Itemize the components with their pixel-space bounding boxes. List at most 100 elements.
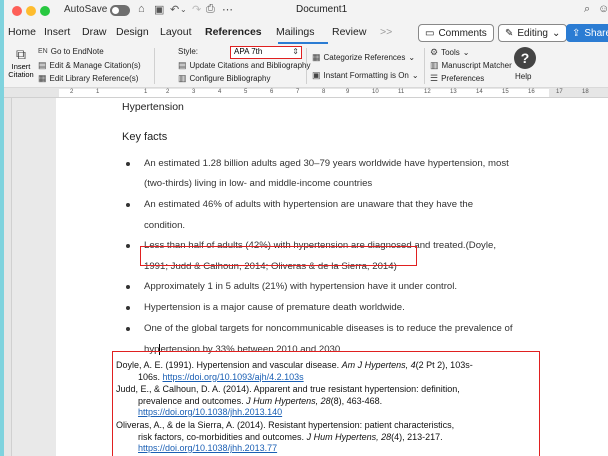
ref-text: risk factors, co-morbidities and outcome… (138, 431, 307, 442)
doi-link[interactable]: https://doi.org/10.1038/jhh.2013.140 (138, 407, 282, 417)
edit-manage-label: Edit & Manage Citation(s) (49, 61, 141, 70)
preferences-button[interactable]: ☰ Preferences (430, 73, 484, 84)
edit-library-button[interactable]: ▦ Edit Library Reference(s) (38, 73, 138, 84)
ref-line: Doyle, A. E. (1991). Hypertension and va… (116, 360, 473, 372)
ruler-number: 16 (528, 89, 535, 95)
reference-doyle: Doyle, A. E. (1991). Hypertension and va… (116, 360, 473, 383)
bullet-line: condition. (144, 220, 186, 231)
comments-label: Comments (438, 27, 487, 39)
ref-journal: J Hum Hypertens (306, 431, 377, 442)
bullet-dot (126, 327, 130, 331)
citation-highlight-box (140, 246, 417, 266)
tab-home[interactable]: Home (8, 26, 36, 38)
endnote-icon: EN (38, 48, 48, 55)
search-icon[interactable]: ⌕ (584, 3, 590, 16)
doi-link[interactable]: https://doi.org/10.1038/jhh.2013.77 (138, 443, 277, 453)
document-title: Document1 (296, 4, 348, 15)
redo-icon[interactable]: ↷ (192, 3, 201, 16)
print-icon[interactable]: ⎙ (206, 3, 215, 16)
ruler-number: 4 (218, 89, 222, 95)
help-label[interactable]: Help (515, 72, 531, 81)
vertical-ruler[interactable] (4, 98, 12, 456)
tab-insert[interactable]: Insert (44, 26, 70, 38)
more-icon[interactable]: ⋯ (222, 3, 233, 16)
tools-button[interactable]: ⚙ Tools ⌄ (430, 47, 469, 58)
comment-icon: ▭ (425, 27, 435, 39)
chevron-down-icon: ⌄ (462, 48, 470, 57)
ref-line: https://doi.org/10.1038/jhh.2013.77 (116, 443, 454, 455)
ruler-number: 7 (296, 89, 300, 95)
ruler-number: 2 (166, 89, 170, 95)
categorize-references-button[interactable]: ▦ Categorize References ⌄ (312, 52, 415, 63)
preferences-icon: ☰ (430, 73, 439, 83)
reference-judd: Judd, E., & Calhoun, D. A. (2014). Appar… (116, 384, 460, 419)
go-to-endnote-label: Go to EndNote (50, 47, 104, 56)
go-to-endnote-button[interactable]: EN Go to EndNote (38, 47, 104, 56)
home-icon[interactable]: ⌂ (138, 3, 145, 15)
tab-draw[interactable]: Draw (82, 26, 107, 38)
autosave-label: AutoSave (64, 4, 108, 15)
categorize-label: Categorize References (323, 53, 406, 62)
doi-link[interactable]: https://doi.org/10.1093/ajh/4.2.103s (163, 372, 304, 382)
ref-line: Judd, E., & Calhoun, D. A. (2014). Appar… (116, 384, 460, 394)
autosave-toggle[interactable] (110, 5, 130, 16)
minimize-window-button[interactable] (26, 6, 36, 16)
editing-button[interactable]: ✎ Editing ⌄ (498, 24, 568, 42)
style-label: Style: (178, 47, 199, 56)
save-icon[interactable]: ▣ (154, 3, 164, 16)
tab-design[interactable]: Design (116, 26, 149, 38)
document-page[interactable]: Hypertension Key facts An estimated 1.28… (56, 98, 608, 456)
ruler-number: 15 (502, 89, 509, 95)
edit-manage-citations-button[interactable]: ▤ Edit & Manage Citation(s) (38, 60, 141, 71)
instant-formatting-icon: ▣ (312, 70, 321, 80)
ruler-number: 11 (398, 89, 405, 95)
tools-icon: ⚙ (430, 47, 439, 57)
zoom-window-button[interactable] (40, 6, 50, 16)
categorize-icon: ▦ (312, 52, 321, 62)
ruler-number: 10 (372, 89, 379, 95)
bullet-line: Approximately 1 in 5 adults (21%) with h… (144, 281, 458, 292)
close-window-button[interactable] (12, 6, 22, 16)
ref-journal: Am J Hypertens (341, 360, 406, 370)
ruler-number: 13 (450, 89, 457, 95)
tab-layout[interactable]: Layout (160, 26, 192, 38)
chevron-down-icon: ⌄ (408, 53, 416, 62)
configure-bibliography-label: Configure Bibliography (189, 74, 271, 83)
ref-line: prevalence and outcomes. J Hum Hypertens… (116, 396, 460, 408)
ruler-number: 1 (144, 89, 148, 95)
update-citations-label: Update Citations and Bibliography (189, 61, 311, 70)
tab-overflow[interactable]: >> (380, 26, 392, 38)
undo-dropdown-icon[interactable]: ⌄ (180, 5, 187, 14)
update-citations-button[interactable]: ▤ Update Citations and Bibliography (178, 60, 310, 71)
help-icon[interactable]: ? (514, 47, 536, 69)
ruler-number: 18 (582, 89, 589, 95)
tab-references[interactable]: References (205, 26, 262, 38)
preferences-label: Preferences (441, 74, 485, 83)
insert-citation-label-2: Citation (8, 70, 34, 79)
tab-mailings[interactable]: Mailings (276, 26, 315, 38)
ref-line: 106s. https://doi.org/10.1093/ajh/4.2.10… (116, 372, 473, 384)
manuscript-matcher-button[interactable]: ▥ Manuscript Matcher (430, 60, 512, 71)
ribbon-divider (154, 48, 155, 84)
undo-icon[interactable]: ↶ (170, 3, 179, 16)
ruler-number: 8 (322, 89, 326, 95)
tab-review[interactable]: Review (332, 26, 366, 38)
ref-line: Oliveras, A., & de la Sierra, A. (2014).… (116, 420, 455, 430)
share-button[interactable]: ⇪ Share (566, 24, 608, 42)
insert-citation-button[interactable]: ⧉ Insert Citation (8, 46, 34, 79)
ref-volume: , 28 (376, 431, 392, 442)
style-select[interactable]: APA 7th ⇕ (230, 46, 302, 59)
ribbon-divider (424, 48, 425, 84)
horizontal-ruler[interactable]: 2 1 1 2 3 4 5 6 7 8 9 10 11 12 13 14 15 … (4, 88, 608, 98)
instant-formatting-button[interactable]: ▣ Instant Formatting is On ⌄ (312, 70, 419, 81)
title-bar: AutoSave ⌂ ▣ ↶ ⌄ ↷ ⎙ ⋯ Document1 ⌕ ☺ (4, 0, 608, 22)
ruler-number: 5 (244, 89, 248, 95)
account-icon[interactable]: ☺ (598, 3, 608, 15)
configure-bibliography-button[interactable]: ▥ Configure Bibliography (178, 73, 270, 84)
edit-citation-icon: ▤ (38, 60, 47, 70)
ref-text: (8), 463-468. (330, 395, 383, 406)
chevron-down-icon: ⌄ (551, 27, 561, 39)
ref-text: (4), 213-217. (391, 431, 443, 442)
comments-button[interactable]: ▭ Comments (418, 24, 494, 42)
ruler-number: 2 (70, 89, 74, 95)
